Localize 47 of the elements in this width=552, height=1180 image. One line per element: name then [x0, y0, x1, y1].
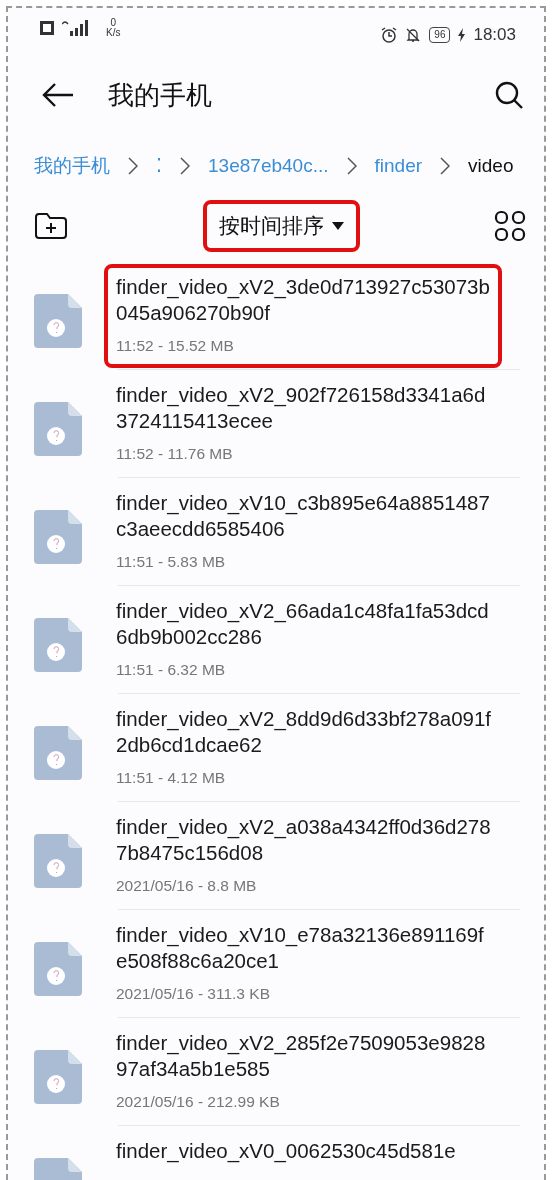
charging-icon: [458, 27, 466, 42]
file-name[interactable]: finder_video_xV2_a038a4342ff0d36d2787b8475c156d08: [116, 814, 492, 866]
file-details: 11:52 - 11.76 MB: [116, 444, 234, 464]
file-details: 2021/05/16 - 311.3 KB: [116, 984, 271, 1004]
chevron-icon: [180, 157, 191, 175]
file-name[interactable]: finder_video_xV0_0062530c45d581e: [116, 1138, 492, 1164]
unknown-file-icon: [34, 942, 82, 996]
search-icon[interactable]: [494, 80, 524, 110]
file-details: 11:51 - 6.32 MB: [116, 660, 227, 680]
clock-time: 18:03: [473, 24, 516, 46]
file-name[interactable]: finder_video_xV2_285f2e7509053e982897af34a5b1e585: [116, 1030, 492, 1082]
file-name[interactable]: finder_video_xV10_e78a32136e891169fe508f88c6a20ce1: [116, 922, 492, 974]
unknown-file-icon: [34, 618, 82, 672]
page-title: 我的手机: [108, 78, 212, 112]
file-details: 2021/05/16 - 212.99 KB: [116, 1092, 281, 1112]
chevron-icon: [440, 157, 451, 175]
unknown-file-icon: [34, 1050, 82, 1104]
network-speed: 0: [110, 18, 116, 28]
mute-icon: [405, 26, 422, 43]
sort-dropdown[interactable]: 按时间排序: [206, 204, 356, 248]
network-speed: K/s: [106, 28, 121, 38]
alarm-icon: [381, 26, 398, 43]
file-name[interactable]: finder_video_xV2_902f726158d3341a6d3724115413ecee: [116, 382, 492, 434]
file-name[interactable]: finder_video_xV2_8dd9d6d33bf278a091f2db6cd1dcae62: [116, 706, 492, 758]
chevron-icon: [128, 157, 138, 175]
unknown-file-icon: [34, 510, 82, 564]
chevron-icon: [346, 157, 357, 175]
file-details: 11:51 - 4.12 MB: [116, 768, 227, 788]
file-details: 11:52 - 15.52 MB: [116, 336, 235, 356]
file-name[interactable]: finder_video_xV2_3de0d713927c53073b045a906270b90f: [116, 274, 492, 326]
file-details: 2021/05/16 - 8.8 MB: [116, 876, 258, 896]
back-icon[interactable]: [42, 82, 74, 108]
battery-level: 96: [429, 26, 451, 43]
unknown-file-icon: [34, 402, 82, 456]
signal-icon: [62, 20, 88, 36]
file-name[interactable]: finder_video_xV2_66ada1c48fa1fa53dcd6db9b002cc286: [116, 598, 492, 650]
notification-icon: [40, 21, 54, 35]
breadcrumb-item: video: [468, 153, 514, 178]
breadcrumb-item[interactable]: finder: [374, 151, 423, 181]
unknown-file-icon: [34, 834, 82, 888]
file-details: 11:51 - 5.83 MB: [116, 552, 227, 572]
caret-icon: [331, 222, 344, 230]
unknown-file-icon: [34, 726, 82, 780]
unknown-file-icon: [34, 294, 82, 348]
file-name[interactable]: finder_video_xV10_c3b895e64a8851487c3aeecdd6585406: [116, 490, 492, 542]
new-folder-icon[interactable]: [34, 212, 68, 240]
grid-view-icon[interactable]: [494, 210, 526, 242]
